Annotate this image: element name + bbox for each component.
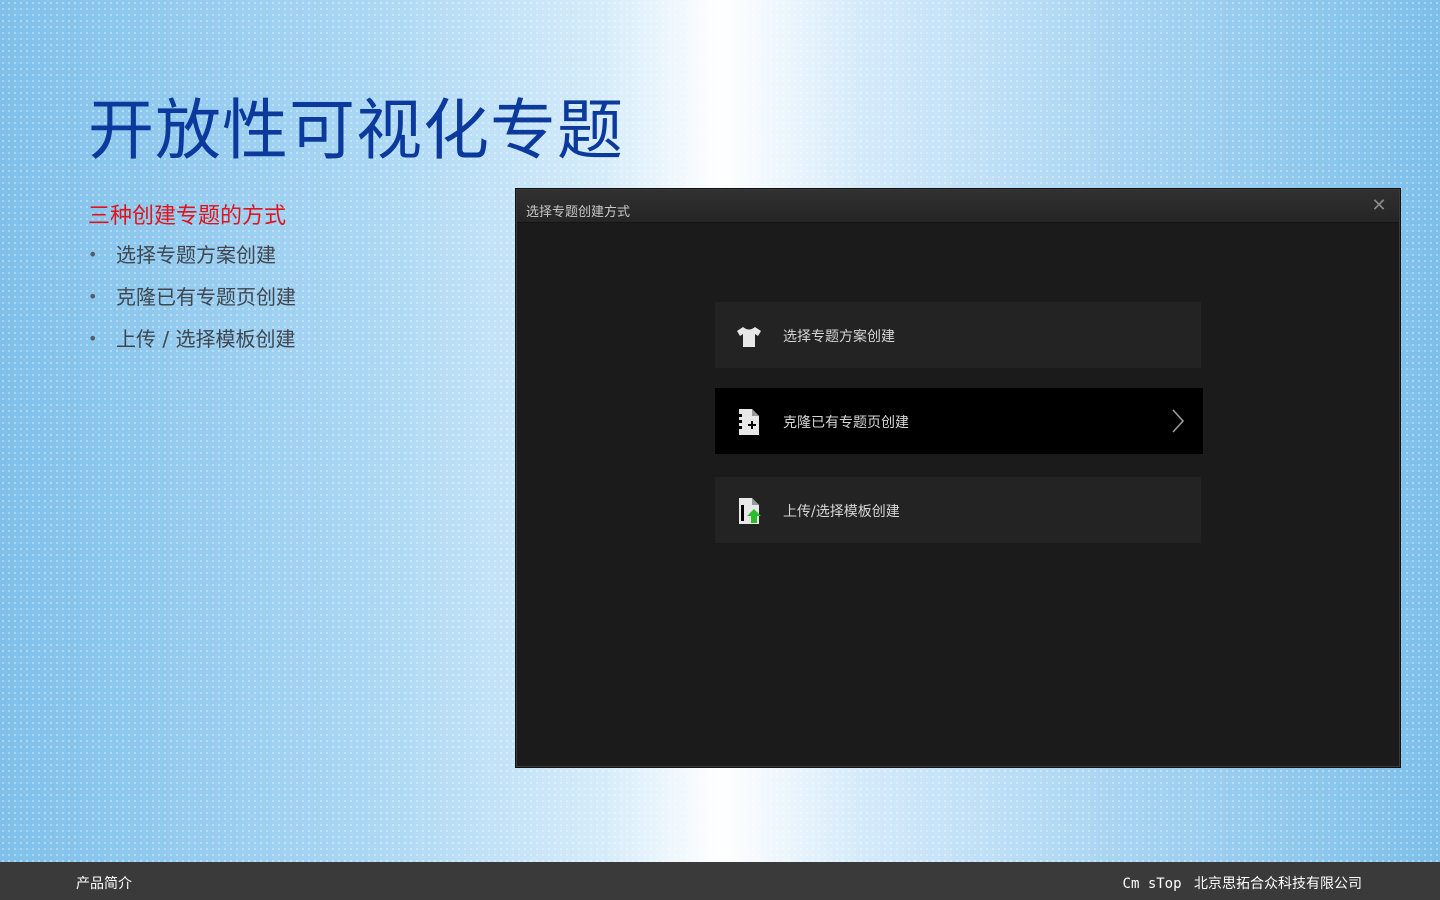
slide-title: 开放性可视化专题 [88,92,624,169]
option-label: 克隆已有专题页创建 [783,415,909,431]
chevron-right-icon [1172,409,1185,433]
bullet-item: • 上传 / 选择模板创建 [88,324,296,366]
create-topic-dialog: 选择专题创建方式 ✕ 选择专题方案创建 克隆已有专题页创建 上传/选择模板创建 [516,189,1400,767]
upload-template-icon [739,498,761,524]
bullet-item: • 选择专题方案创建 [88,240,296,282]
tshirt-icon [737,327,761,347]
option-clone-page-button[interactable]: 克隆已有专题页创建 [715,388,1203,454]
clone-document-icon [739,409,759,435]
close-icon[interactable]: ✕ [1369,196,1389,216]
bullet-dot-icon: • [88,329,98,348]
footer-company-name: 北京思拓合众科技有限公司 [1194,876,1362,892]
bullet-dot-icon: • [88,287,98,306]
footer-company: Cm sTop 北京思拓合众科技有限公司 [1123,873,1362,893]
bullet-dot-icon: • [88,245,98,264]
slide-subtitle: 三种创建专题的方式 [88,204,287,229]
option-label: 上传/选择模板创建 [783,504,900,520]
bullet-item: • 克隆已有专题页创建 [88,282,296,324]
bullet-text: 选择专题方案创建 [116,243,276,267]
bullet-list: • 选择专题方案创建 • 克隆已有专题页创建 • 上传 / 选择模板创建 [88,240,296,366]
option-upload-template-button[interactable]: 上传/选择模板创建 [715,477,1201,543]
footer-section-label: 产品简介 [76,876,132,892]
bullet-text: 上传 / 选择模板创建 [116,327,296,351]
bullet-text: 克隆已有专题页创建 [116,285,296,309]
dialog-title: 选择专题创建方式 [526,205,631,220]
option-label: 选择专题方案创建 [783,329,895,345]
footer-bar: 产品简介 Cm sTop 北京思拓合众科技有限公司 [0,862,1440,900]
option-select-scheme-button[interactable]: 选择专题方案创建 [715,302,1201,368]
footer-brand: Cm sTop [1122,876,1182,892]
dialog-titlebar: 选择专题创建方式 ✕ [517,190,1399,223]
